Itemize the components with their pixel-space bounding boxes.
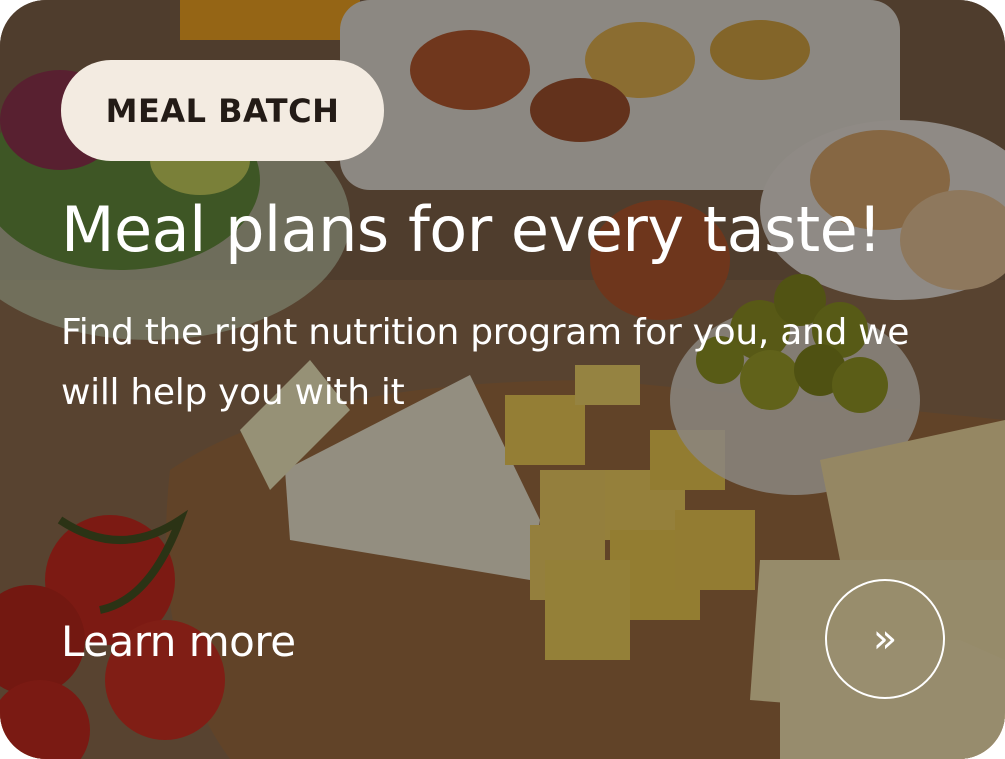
card-title: Meal plans for every taste! xyxy=(61,193,882,266)
next-button[interactable]: » xyxy=(825,579,945,699)
badge-label: MEAL BATCH xyxy=(105,91,340,130)
learn-more-link[interactable]: Learn more xyxy=(61,612,296,672)
double-chevron-right-icon: » xyxy=(872,616,898,662)
category-badge: MEAL BATCH xyxy=(61,60,384,161)
card-subtitle: Find the right nutrition program for you… xyxy=(61,312,910,413)
promo-card[interactable]: MEAL BATCH Meal plans for every taste! F… xyxy=(0,0,1005,759)
